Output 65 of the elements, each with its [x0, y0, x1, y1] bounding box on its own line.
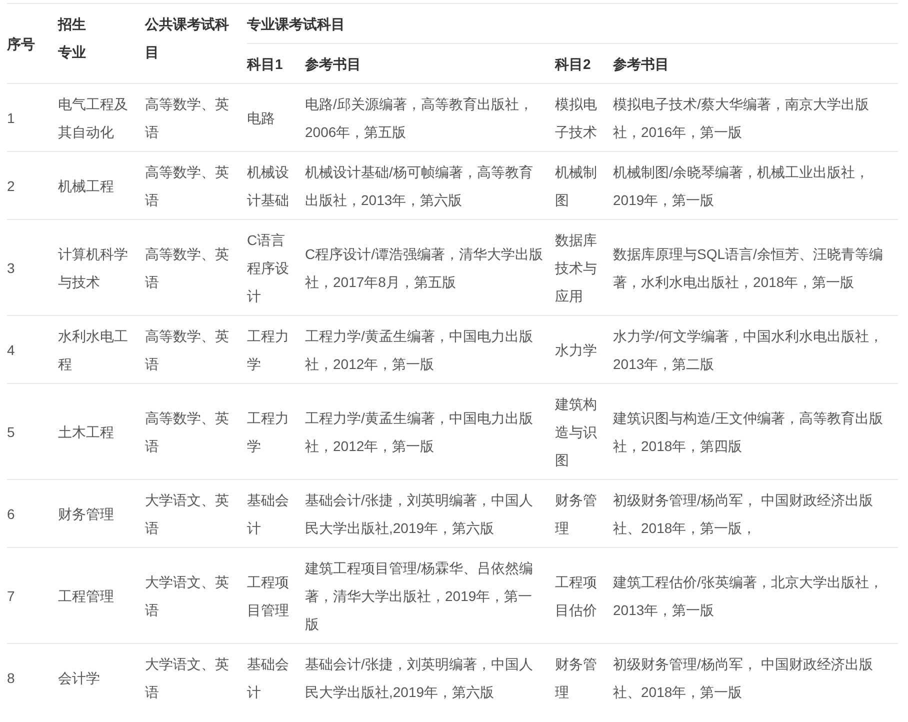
table-cell: 高等数学、英语	[145, 84, 247, 152]
table-cell: 数据库原理与SQL语言/余恒芳、汪晓青等编著，水利水电出版社，2018年，第一版	[613, 220, 898, 316]
table-cell: 财务管理	[555, 644, 613, 711]
table-cell: 机械设计基础	[247, 152, 305, 220]
table-cell: 工程力学/黄孟生编著，中国电力出版社，2012年，第一版	[305, 316, 555, 384]
table-cell: 计算机科学与技术	[58, 220, 145, 316]
table-cell: 大学语文、英语	[145, 480, 247, 548]
table-cell: 基础会计/张捷，刘英明编著，中国人民大学出版社,2019年，第六版	[305, 480, 555, 548]
table-cell: 8	[7, 644, 58, 711]
table-cell: 水利水电工程	[58, 316, 145, 384]
table-cell: 模拟电子技术/蔡大华编著，南京大学出版社，2016年，第一版	[613, 84, 898, 152]
table-cell: 初级财务管理/杨尚军， 中国财政经济出版社、2018年，第一版	[613, 644, 898, 711]
table-cell: 高等数学、英语	[145, 152, 247, 220]
column-header: 科目2	[555, 44, 613, 84]
table-cell: 初级财务管理/杨尚军， 中国财政经济出版社、2018年，第一版，	[613, 480, 898, 548]
table-cell: 6	[7, 480, 58, 548]
table-cell: 基础会计/张捷，刘英明编著，中国人民大学出版社,2019年，第六版	[305, 644, 555, 711]
table-cell: 数据库技术与应用	[555, 220, 613, 316]
column-header: 序号	[7, 4, 58, 84]
table-cell: C程序设计/谭浩强编著，清华大学出版社，2017年8月，第五版	[305, 220, 555, 316]
table-cell: 高等数学、英语	[145, 384, 247, 480]
table-cell: 高等数学、英语	[145, 316, 247, 384]
column-header: 参考书目	[305, 44, 555, 84]
table-cell: 建筑识图与构造/王文仲编著，高等教育出版社，2018年，第四版	[613, 384, 898, 480]
table-cell: 建筑工程项目管理/杨霖华、吕依然编著，清华大学出版社，2019年，第一版	[305, 548, 555, 644]
column-group-header: 专业课考试科目	[247, 4, 898, 44]
table-cell: 财务管理	[58, 480, 145, 548]
column-header: 科目1	[247, 44, 305, 84]
table-cell: 基础会计	[247, 480, 305, 548]
table-cell: 电路	[247, 84, 305, 152]
table-cell: 工程项目管理	[247, 548, 305, 644]
table-cell: 土木工程	[58, 384, 145, 480]
table-cell: 3	[7, 220, 58, 316]
column-header: 公共课考试科目	[145, 4, 247, 84]
column-header: 参考书目	[613, 44, 898, 84]
table-cell: 电路/邱关源编著，高等教育出版社，2006年，第五版	[305, 84, 555, 152]
table-cell: 水力学	[555, 316, 613, 384]
table-cell: 工程力学	[247, 316, 305, 384]
table-cell: 工程项目估价	[555, 548, 613, 644]
table-cell: 5	[7, 384, 58, 480]
table-cell: 机械工程	[58, 152, 145, 220]
table-cell: 工程管理	[58, 548, 145, 644]
table-cell: 1	[7, 84, 58, 152]
table-cell: 大学语文、英语	[145, 644, 247, 711]
table-cell: 会计学	[58, 644, 145, 711]
table-cell: 高等数学、英语	[145, 220, 247, 316]
table-cell: C语言程序设计	[247, 220, 305, 316]
table-cell: 水力学/何文学编著，中国水利水电出版社，2013年，第二版	[613, 316, 898, 384]
table-cell: 工程力学	[247, 384, 305, 480]
table-cell: 财务管理	[555, 480, 613, 548]
table-cell: 2	[7, 152, 58, 220]
table-cell: 电气工程及其自动化	[58, 84, 145, 152]
table-cell: 模拟电子技术	[555, 84, 613, 152]
table-cell: 建筑工程估价/张英编著，北京大学出版社，2013年，第一版	[613, 548, 898, 644]
table-cell: 建筑构造与识图	[555, 384, 613, 480]
table-cell: 大学语文、英语	[145, 548, 247, 644]
table-cell: 基础会计	[247, 644, 305, 711]
column-header: 招生	[58, 15, 87, 34]
table-cell: 机械制图/余晓琴编著，机械工业出版社，2019年，第一版	[613, 152, 898, 220]
column-header: 专业	[58, 43, 87, 62]
table-cell: 工程力学/黄孟生编著，中国电力出版社，2012年，第一版	[305, 384, 555, 480]
table-cell: 机械设计基础/杨可帧编著，高等教育出版社，2013年，第六版	[305, 152, 555, 220]
table-cell: 7	[7, 548, 58, 644]
table-cell: 4	[7, 316, 58, 384]
table-cell: 机械制图	[555, 152, 613, 220]
